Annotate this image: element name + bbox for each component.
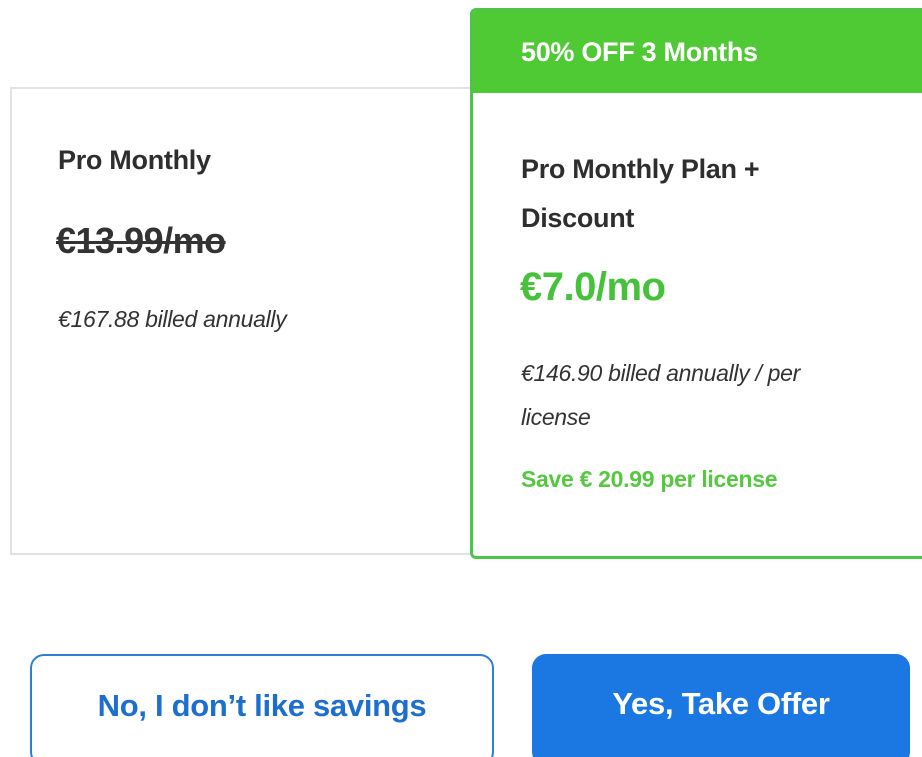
original-price: €13.99/mo (56, 220, 226, 261)
decline-offer-button[interactable]: No, I don’t like savings (30, 654, 494, 757)
savings-text: Save € 20.99 per license (521, 466, 778, 492)
discounted-price: €7.0/mo (520, 265, 666, 309)
billing-info: €146.90 billed annually / per license (521, 360, 801, 430)
offer-dialog: Pro Monthly €13.99/mo €167.88 billed ann… (0, 0, 922, 757)
plan-name: Pro Monthly (58, 145, 211, 175)
plan-card-pro-monthly: Pro Monthly €13.99/mo €167.88 billed ann… (10, 87, 470, 555)
plan-card-discount-offer: 50% OFF 3 Months Pro Monthly Plan + Disc… (470, 8, 922, 559)
offer-banner-label: 50% OFF 3 Months (521, 37, 758, 67)
plan-name: Pro Monthly Plan + Discount (521, 154, 760, 233)
accept-offer-button[interactable]: Yes, Take Offer (532, 654, 910, 757)
offer-banner: 50% OFF 3 Months (473, 11, 922, 93)
billing-info: €167.88 billed annually (58, 306, 287, 332)
